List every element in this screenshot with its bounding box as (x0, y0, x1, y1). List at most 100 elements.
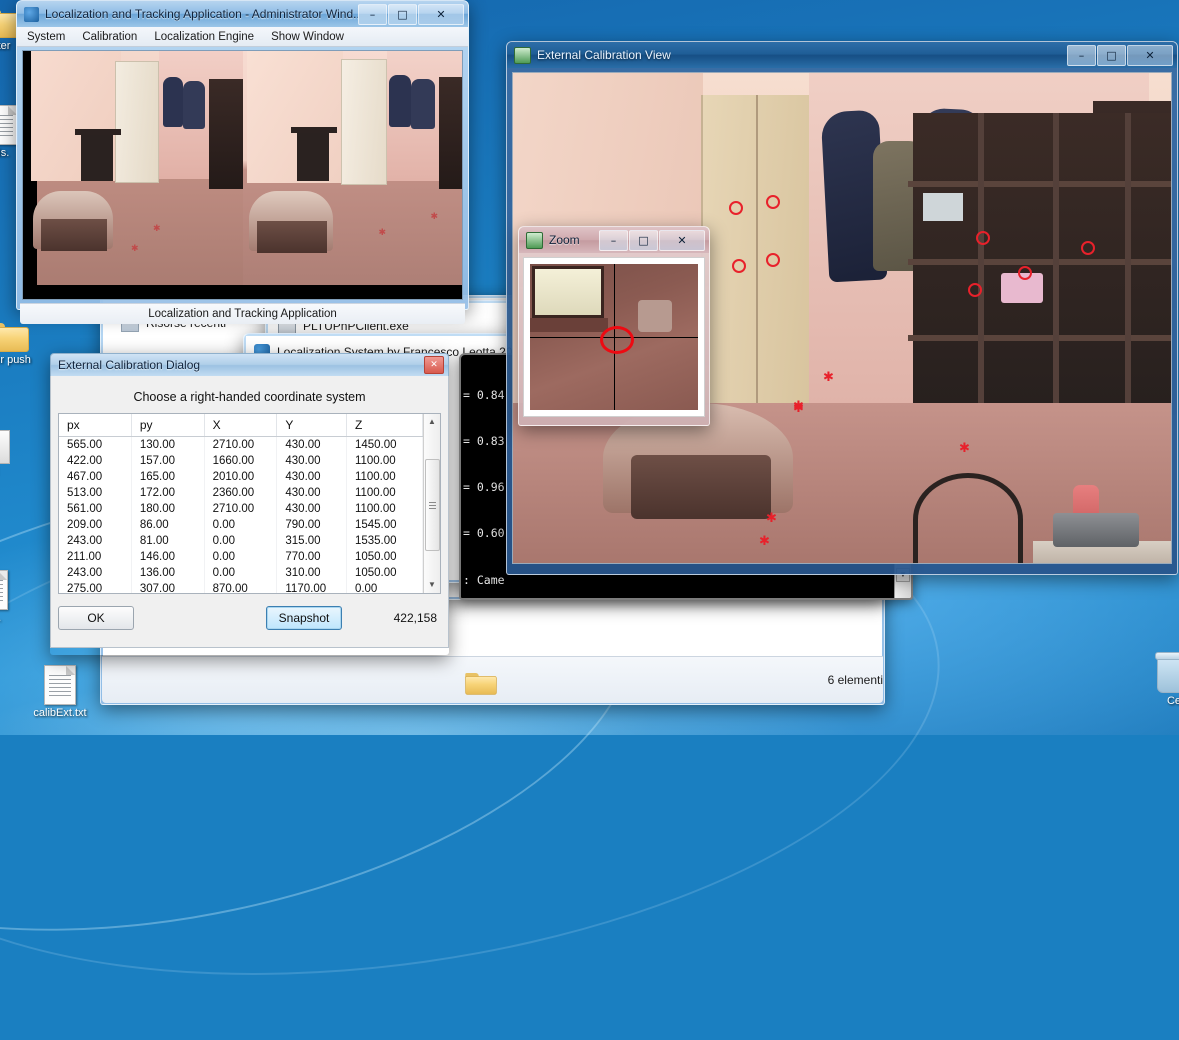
column-header-py[interactable]: py (131, 414, 205, 437)
maximize-button[interactable]: □ (388, 3, 417, 25)
cell-py: 86.00 (131, 517, 205, 533)
scroll-up-icon[interactable]: ▲ (425, 415, 439, 429)
scrollbar-thumb[interactable] (425, 459, 440, 551)
column-header-x[interactable]: X (204, 414, 278, 437)
folder-icon (0, 320, 29, 352)
coordinate-table: px py X Y Z 565.00 130.00 2710.00 430.00 (59, 414, 424, 593)
desktop-icon-calibext[interactable]: calibExt.txt (22, 665, 98, 719)
table-row[interactable]: 275.00 307.00 870.00 1170.00 0.00 (59, 581, 424, 593)
close-button[interactable]: ✕ (1127, 44, 1173, 66)
cell-px: 467.00 (59, 469, 132, 485)
cell-py: 157.00 (131, 453, 205, 469)
cell-z: 1100.00 (346, 501, 424, 517)
dialog-controls[interactable]: ✕ (424, 356, 444, 374)
cell-z: 1100.00 (346, 485, 424, 501)
snapshot-button[interactable]: Snapshot (266, 606, 342, 630)
window-title-bar[interactable]: Zoom – □ ✕ (519, 227, 709, 253)
cell-px: 243.00 (59, 533, 132, 549)
window-controls[interactable]: – □ ✕ (358, 3, 464, 25)
close-button[interactable]: ✕ (659, 229, 705, 251)
calibration-cross-marker: ✱ (793, 398, 804, 413)
table-scrollbar[interactable]: ▲ ▼ (423, 414, 440, 593)
table-row[interactable]: 209.00 86.00 0.00 790.00 1545.00 (59, 517, 424, 533)
cursor-coordinates: 422,158 (393, 611, 437, 625)
cell-py: 146.00 (131, 549, 205, 565)
desktop-icon-enterpush[interactable]: nter push (0, 320, 46, 366)
window-title: External Calibration View (537, 48, 671, 62)
menu-item-calibration[interactable]: Calibration (82, 31, 137, 43)
column-header-z[interactable]: Z (346, 414, 424, 437)
dialog-prompt: Choose a right-handed coordinate system (133, 390, 366, 404)
window-title-bar[interactable]: External Calibration View – □ ✕ (507, 42, 1177, 68)
window-title-bar[interactable]: Localization and Tracking Application - … (17, 1, 468, 27)
cell-y: 790.00 (276, 517, 347, 533)
cell-py: 136.00 (131, 565, 205, 581)
table-row[interactable]: 211.00 146.00 0.00 770.00 1050.00 (59, 549, 424, 565)
dialog-title-bar[interactable]: External Calibration Dialog ✕ (50, 353, 449, 376)
cell-z: 0.00 (346, 581, 424, 593)
window-controls[interactable]: – □ ✕ (1067, 44, 1173, 66)
desktop-icon-label: ter (0, 40, 11, 52)
desktop-icon-label: ds. (0, 147, 10, 159)
external-calibration-dialog[interactable]: External Calibration Dialog ✕ Choose a r… (50, 353, 449, 655)
dialog-body: Choose a right-handed coordinate system … (50, 376, 449, 648)
calibration-marker (1081, 241, 1095, 255)
cell-py: 180.00 (131, 501, 205, 517)
table-row[interactable]: 565.00 130.00 2710.00 430.00 1450.00 (59, 436, 424, 453)
maximize-button[interactable]: □ (629, 229, 658, 251)
zoom-image-panel[interactable] (523, 257, 705, 417)
calibration-marker (976, 231, 990, 245)
cell-y: 430.00 (276, 453, 347, 469)
table-row[interactable]: 467.00 165.00 2010.00 430.00 1100.00 (59, 469, 424, 485)
window-controls[interactable]: – □ ✕ (599, 229, 705, 251)
cell-x: 2360.00 (204, 485, 278, 501)
menu-item-show-window[interactable]: Show Window (271, 31, 344, 43)
cell-px: 209.00 (59, 517, 132, 533)
maximize-button[interactable]: □ (1097, 44, 1126, 66)
localization-app-window[interactable]: Localization and Tracking Application - … (16, 0, 469, 324)
table-row[interactable]: 243.00 81.00 0.00 315.00 1535.00 (59, 533, 424, 549)
cell-py: 307.00 (131, 581, 205, 593)
recycle-bin-icon (1155, 652, 1179, 693)
scroll-down-icon[interactable]: ▼ (425, 578, 439, 592)
table-row[interactable]: 243.00 136.00 0.00 310.00 1050.00 (59, 565, 424, 581)
cell-x: 0.00 (204, 533, 278, 549)
menu-item-localization-engine[interactable]: Localization Engine (154, 31, 254, 43)
cell-x: 0.00 (204, 517, 278, 533)
cell-x: 0.00 (204, 565, 278, 581)
minimize-button[interactable]: – (1067, 44, 1096, 66)
ok-button[interactable]: OK (58, 606, 134, 630)
zoom-window[interactable]: Zoom – □ ✕ (518, 226, 710, 426)
cell-py: 172.00 (131, 485, 205, 501)
close-button[interactable]: ✕ (424, 356, 444, 374)
text-file-icon (44, 665, 76, 705)
column-header-px[interactable]: px (59, 414, 132, 437)
table-header-row: px py X Y Z (59, 414, 424, 437)
minimize-button[interactable]: – (599, 229, 628, 251)
desktop-icon-recycle-bin[interactable]: Ce (1136, 652, 1179, 707)
desktop-icon-data[interactable]: at... (0, 570, 30, 624)
camera-view-left[interactable]: ✱ ✱ (23, 51, 243, 299)
dialog-footer: OK Snapshot 422,158 (58, 606, 441, 630)
calibration-marker (766, 195, 780, 209)
coordinate-table-container[interactable]: px py X Y Z 565.00 130.00 2710.00 430.00 (58, 413, 441, 594)
camera-view-right[interactable]: ✱ ✱ (242, 51, 462, 299)
table-row[interactable]: 422.00 157.00 1660.00 430.00 1100.00 (59, 453, 424, 469)
cell-px: 422.00 (59, 453, 132, 469)
table-row[interactable]: 513.00 172.00 2360.00 430.00 1100.00 (59, 485, 424, 501)
table-row[interactable]: 561.00 180.00 2710.00 430.00 1100.00 (59, 501, 424, 517)
cell-z: 1535.00 (346, 533, 424, 549)
desktop-icon-video[interactable]: vi (0, 430, 32, 478)
coordinate-table-body: 565.00 130.00 2710.00 430.00 1450.00 422… (59, 436, 424, 593)
menu-bar[interactable]: System Calibration Localization Engine S… (17, 27, 468, 47)
cell-x: 0.00 (204, 549, 278, 565)
cell-z: 1545.00 (346, 517, 424, 533)
close-button[interactable]: ✕ (418, 3, 464, 25)
cell-px: 275.00 (59, 581, 132, 593)
zoom-canvas[interactable] (530, 264, 698, 410)
menu-item-system[interactable]: System (27, 31, 65, 43)
minimize-button[interactable]: – (358, 3, 387, 25)
desktop-icon-label: nter push (0, 354, 31, 366)
calibration-cross-marker: ✱ (766, 510, 777, 525)
column-header-y[interactable]: Y (276, 414, 347, 437)
